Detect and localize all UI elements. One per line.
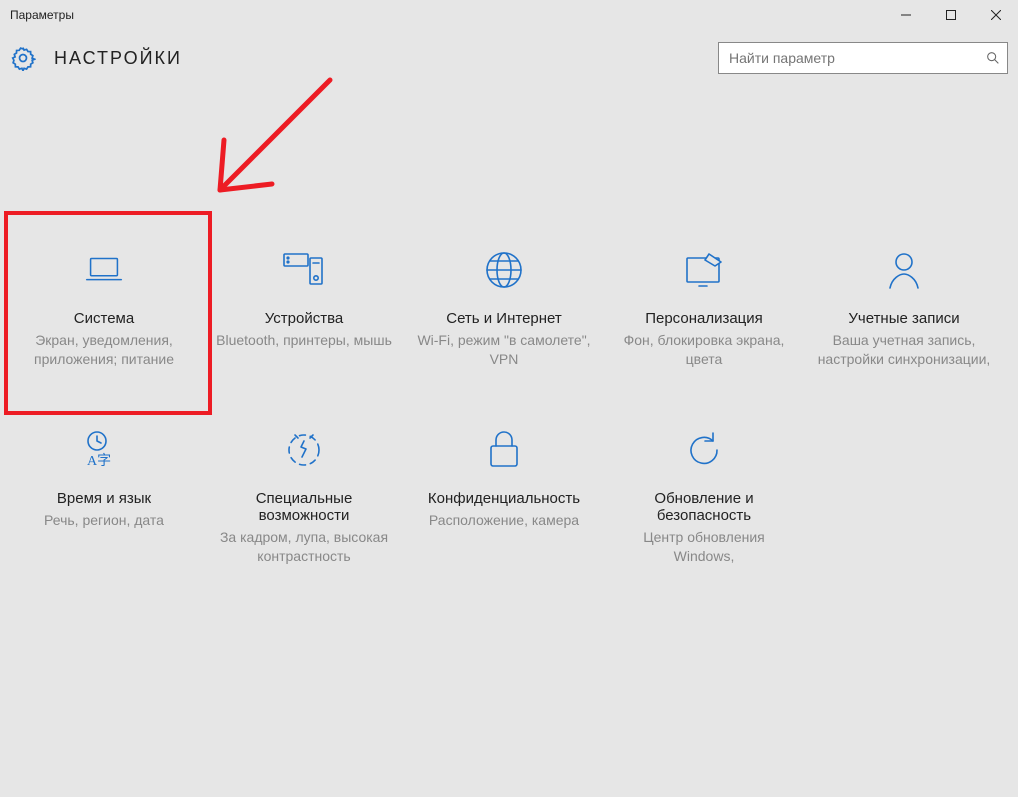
- settings-tile-accounts[interactable]: Учетные записи Ваша учетная запись, наст…: [804, 224, 1004, 404]
- tile-description: Bluetooth, принтеры, мышь: [216, 331, 392, 350]
- tile-description: Центр обновления Windows,: [616, 528, 792, 566]
- settings-tile-time[interactable]: A字 Время и язык Речь, регион, дата: [4, 404, 204, 584]
- tile-title: Конфиденциальность: [428, 490, 580, 507]
- annotation-arrow: [190, 70, 360, 220]
- settings-tile-personalize[interactable]: Персонализация Фон, блокировка экрана, ц…: [604, 224, 804, 404]
- settings-grid: Система Экран, уведомления, приложения; …: [0, 224, 1018, 584]
- tile-description: Ваша учетная запись, настройки синхрониз…: [816, 331, 992, 369]
- tile-description: Экран, уведомления, приложения; питание: [16, 331, 192, 369]
- maximize-button[interactable]: [928, 0, 973, 30]
- gear-icon: [10, 45, 36, 71]
- settings-tile-privacy[interactable]: Конфиденциальность Расположение, камера: [404, 404, 604, 584]
- personalize-icon: [681, 246, 727, 294]
- settings-tile-update[interactable]: Обновление и безопасность Центр обновлен…: [604, 404, 804, 584]
- tile-title: Персонализация: [645, 310, 763, 327]
- window-titlebar: Параметры: [0, 0, 1018, 30]
- window-controls: [883, 0, 1018, 30]
- close-button[interactable]: [973, 0, 1018, 30]
- tile-title: Специальные возможности: [216, 490, 392, 524]
- tile-title: Время и язык: [57, 490, 151, 507]
- settings-tile-access[interactable]: Специальные возможности За кадром, лупа,…: [204, 404, 404, 584]
- tile-title: Сеть и Интернет: [446, 310, 562, 327]
- laptop-icon: [81, 246, 127, 294]
- globe-icon: [483, 246, 525, 294]
- settings-tile-laptop[interactable]: Система Экран, уведомления, приложения; …: [4, 224, 204, 404]
- tile-description: За кадром, лупа, высокая контрастность: [216, 528, 392, 566]
- privacy-icon: [486, 426, 522, 474]
- header-left: НАСТРОЙКИ: [10, 45, 182, 71]
- update-icon: [683, 426, 725, 474]
- settings-tile-globe[interactable]: Сеть и Интернет Wi-Fi, режим "в самолете…: [404, 224, 604, 404]
- search-input[interactable]: [729, 50, 985, 66]
- tile-title: Устройства: [265, 310, 343, 327]
- search-icon: [985, 50, 1001, 66]
- minimize-button[interactable]: [883, 0, 928, 30]
- tile-title: Учетные записи: [848, 310, 959, 327]
- page-title: НАСТРОЙКИ: [54, 48, 182, 69]
- search-box[interactable]: [718, 42, 1008, 74]
- tile-title: Система: [74, 310, 134, 327]
- access-icon: [283, 426, 325, 474]
- tile-description: Wi-Fi, режим "в самолете", VPN: [416, 331, 592, 369]
- settings-tile-devices[interactable]: Устройства Bluetooth, принтеры, мышь: [204, 224, 404, 404]
- tile-description: Речь, регион, дата: [44, 511, 164, 530]
- tile-title: Обновление и безопасность: [616, 490, 792, 524]
- header: НАСТРОЙКИ: [0, 30, 1018, 84]
- devices-icon: [280, 246, 328, 294]
- window-title: Параметры: [10, 8, 883, 22]
- tile-description: Расположение, камера: [429, 511, 579, 530]
- time-icon: A字: [81, 426, 127, 474]
- svg-text:A字: A字: [87, 453, 111, 469]
- accounts-icon: [884, 246, 924, 294]
- tile-description: Фон, блокировка экрана, цвета: [616, 331, 792, 369]
